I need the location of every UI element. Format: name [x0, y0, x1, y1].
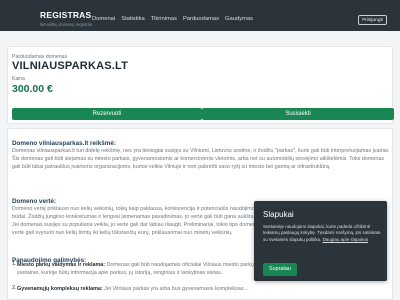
list-item-text: Jei Vilniaus parkas yra arba bus gyvenam…	[102, 286, 248, 292]
nav-item-statistika[interactable]: Statistika	[121, 16, 145, 22]
cookie-text: Svetainėje naudojami slapukai, kurie pad…	[263, 224, 381, 243]
value-heading: Domeno vertė:	[12, 198, 57, 206]
list-item-number: 2.	[12, 285, 17, 291]
reserve-button[interactable]: Rezervuoti	[12, 108, 202, 120]
page-title: VILNIAUSPARKAS.LT	[12, 60, 129, 72]
nav-item-gaudymas[interactable]: Gaudymas	[225, 16, 253, 22]
main-nav: Domenai Statistika Tikrinimas Parduodama…	[92, 16, 259, 22]
list-item: Gyvenamųjų kompleksų reklama: Jei Vilnia…	[17, 285, 255, 293]
cookie-policy-link[interactable]: Daugiau apie slapukus	[323, 237, 369, 242]
login-button[interactable]: Prisijungti	[358, 15, 387, 25]
meaning-text: Domenas vilniausparkas.lt turi didelę re…	[12, 148, 390, 171]
price-value: 300.00 €	[12, 83, 53, 95]
list-item-title: Gyvenamųjų kompleksų reklama:	[17, 286, 103, 292]
list-item-title: Miesto parkų valdymas ir reklama:	[17, 262, 106, 268]
brand-subtitle: lietuviškų domenų registras	[40, 22, 93, 27]
brand-logo[interactable]: REGISTRAS	[40, 10, 91, 20]
meaning-heading: Domeno vilniausparkas.lt reikšmė:	[12, 140, 116, 148]
cookie-accept-button[interactable]: Supratau	[263, 263, 297, 276]
price-label: Kaina	[12, 76, 25, 82]
list-item: Miesto parkų valdymas ir reklama: Domena…	[17, 261, 255, 277]
contact-button[interactable]: Susisiekti	[202, 108, 394, 120]
list-item-number: 1.	[12, 261, 17, 267]
nav-item-tikrinimas[interactable]: Tikrinimas	[151, 16, 177, 22]
top-navbar: REGISTRAS lietuviškų domenų registras Do…	[0, 0, 400, 31]
nav-item-parduodamas[interactable]: Parduodamas	[183, 16, 219, 22]
nav-item-domenai[interactable]: Domenai	[92, 16, 115, 22]
value-text: Domeno vertę priklauso nuo kelių veiksni…	[12, 206, 259, 237]
cookie-title: Slapukai	[263, 210, 294, 219]
